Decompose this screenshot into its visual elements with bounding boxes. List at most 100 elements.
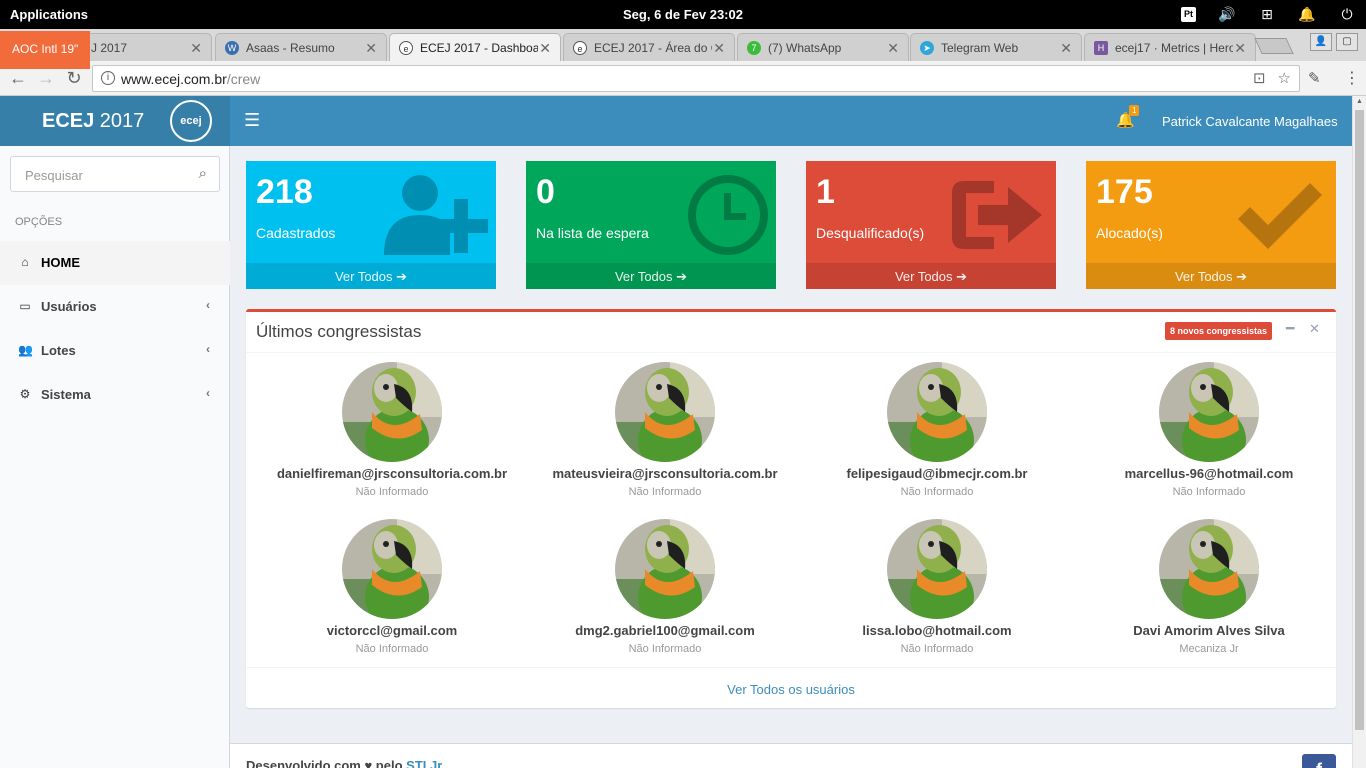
minimize-icon[interactable]: ━ <box>1286 320 1294 337</box>
ecej-icon: e <box>573 41 587 55</box>
user-card[interactable]: dmg2.gabriel100@gmail.com Não Informado <box>529 519 801 655</box>
system-clock[interactable]: Seg, 6 de Fev 23:02 <box>0 7 1366 22</box>
avatar[interactable] <box>342 519 442 619</box>
new-members-badge: 8 novos congressistas <box>1165 322 1273 340</box>
stat-link-ver-todos[interactable]: Ver Todos ➔ <box>806 263 1056 289</box>
new-tab-button[interactable] <box>1254 38 1294 54</box>
sidebar-item-usuarios[interactable]: ▭ Usuários ‹ <box>0 285 230 329</box>
avatar[interactable] <box>887 519 987 619</box>
stat-link-ver-todos[interactable]: Ver Todos ➔ <box>246 263 496 289</box>
page-footer: Desenvolvido com ♥ pelo STI Jr f <box>230 743 1352 768</box>
footer-link[interactable]: STI Jr <box>406 758 442 768</box>
sidebar-item-sistema[interactable]: ⚙ Sistema ‹ <box>0 373 230 417</box>
user-plus-icon <box>384 175 488 255</box>
ecej-icon: e <box>399 41 413 55</box>
user-name[interactable]: dmg2.gabriel100@gmail.com <box>529 623 801 638</box>
tab-ecej-dashboard[interactable]: e ECEJ 2017 - Dashboard ✕ <box>389 33 561 61</box>
close-icon[interactable]: ✕ <box>365 40 377 57</box>
close-icon[interactable]: ✕ <box>1234 40 1246 57</box>
tab-whatsapp[interactable]: 7 (7) WhatsApp ✕ <box>737 33 909 61</box>
stat-label: Cadastrados <box>256 225 336 241</box>
user-card[interactable]: mateusvieira@jrsconsultoria.com.br Não In… <box>529 362 801 498</box>
info-icon[interactable]: i <box>101 71 115 85</box>
facebook-icon[interactable]: f <box>1302 754 1336 768</box>
user-organization: Mecaniza Jr <box>1179 643 1239 655</box>
search-input[interactable]: Pesquisar ⌕ <box>10 156 220 192</box>
latest-members-panel: Últimos congressistas 8 novos congressis… <box>246 309 1336 708</box>
reload-icon[interactable]: ↻ <box>64 68 84 88</box>
user-card[interactable]: victorccl@gmail.com Não Informado <box>256 519 528 655</box>
back-icon[interactable]: ← <box>8 68 28 88</box>
avatar[interactable] <box>615 362 715 462</box>
tab-ecej-area[interactable]: e ECEJ 2017 - Área do Congressista ✕ <box>563 33 735 61</box>
power-icon[interactable]: ⏻ <box>1338 5 1356 23</box>
system-tray: Pt 🔊 ⊞ 🔔 ⏻ <box>1181 5 1356 23</box>
avatar[interactable] <box>615 519 715 619</box>
menu-kebab-icon[interactable]: ⋮ <box>1344 68 1360 88</box>
app-logo: ECEJ 2017 <box>42 110 145 132</box>
avatar[interactable] <box>342 362 442 462</box>
url-host: www.ecej.com.br <box>121 71 227 87</box>
user-card[interactable]: Davi Amorim Alves Silva Mecaniza Jr <box>1073 519 1345 655</box>
close-icon[interactable]: ✕ <box>887 40 899 57</box>
translate-icon[interactable]: ⊡ <box>1253 69 1266 87</box>
user-name[interactable]: felipesigaud@ibmecjr.com.br <box>801 466 1073 481</box>
tab-telegram[interactable]: ➤ Telegram Web ✕ <box>910 33 1082 61</box>
avatar[interactable] <box>887 362 987 462</box>
user-card[interactable]: felipesigaud@ibmecjr.com.br Não Informado <box>801 362 1073 498</box>
view-all-users-link[interactable]: Ver Todos os usuários <box>246 682 1336 697</box>
system-top-bar: Applications Seg, 6 de Fev 23:02 Pt 🔊 ⊞ … <box>0 0 1366 29</box>
close-icon[interactable]: ✕ <box>1309 321 1320 337</box>
stat-link-ver-todos[interactable]: Ver Todos ➔ <box>526 263 776 289</box>
notification-bell-icon[interactable]: 🔔 <box>1298 5 1316 23</box>
gear-icon: ⚙ <box>19 387 31 401</box>
user-menu[interactable]: Patrick Cavalcante Magalhaes <box>1162 114 1338 129</box>
heroku-icon: H <box>1094 41 1108 55</box>
stat-link-ver-todos[interactable]: Ver Todos ➔ <box>1086 263 1336 289</box>
maximize-icon[interactable]: ▢ <box>1336 33 1358 51</box>
user-name[interactable]: danielfireman@jrsconsultoria.com.br <box>256 466 528 481</box>
user-card[interactable]: danielfireman@jrsconsultoria.com.br Não I… <box>256 362 528 498</box>
volume-icon[interactable]: 🔊 <box>1218 5 1236 23</box>
user-name[interactable]: marcellus-96@hotmail.com <box>1073 466 1345 481</box>
user-organization: Não Informado <box>355 486 429 498</box>
monitor-osd-label: AOC Intl 19" <box>0 31 90 69</box>
stat-value: 0 <box>536 173 555 211</box>
home-icon: ⌂ <box>21 255 29 269</box>
sidebar-item-lotes[interactable]: 👥 Lotes ‹ <box>0 329 230 373</box>
tab-asaas[interactable]: W Asaas - Resumo ✕ <box>215 33 387 61</box>
network-icon[interactable]: ⊞ <box>1258 5 1276 23</box>
search-icon[interactable]: ⌕ <box>199 165 207 182</box>
user-card[interactable]: marcellus-96@hotmail.com Não Informado <box>1073 362 1345 498</box>
user-name[interactable]: mateusvieira@jrsconsultoria.com.br <box>529 466 801 481</box>
profile-icon[interactable]: 👤 <box>1310 33 1332 51</box>
user-name[interactable]: victorccl@gmail.com <box>256 623 528 638</box>
user-name[interactable]: Davi Amorim Alves Silva <box>1073 623 1345 638</box>
eyedropper-extension-icon[interactable]: ✎ <box>1308 69 1326 87</box>
stat-box-cadastrados: 218 Cadastrados Ver Todos ➔ <box>246 161 496 289</box>
avatar[interactable] <box>1159 362 1259 462</box>
close-icon[interactable]: ✕ <box>190 40 202 57</box>
scrollbar-thumb[interactable] <box>1355 110 1364 730</box>
user-card[interactable]: lissa.lobo@hotmail.com Não Informado <box>801 519 1073 655</box>
panel-divider <box>246 352 1336 353</box>
chevron-left-icon: ‹ <box>206 342 210 356</box>
scroll-up-icon[interactable]: ▲ <box>1356 98 1363 105</box>
tab-heroku[interactable]: H ecej17 · Metrics | Heroku ✕ <box>1084 33 1256 61</box>
stat-box-lista-espera: 0 Na lista de espera Ver Todos ➔ <box>526 161 776 289</box>
avatar[interactable] <box>1159 519 1259 619</box>
address-bar[interactable]: i www.ecej.com.br/crew ⊡ ☆ <box>92 65 1300 92</box>
pt-icon[interactable]: Pt <box>1181 6 1196 22</box>
applications-menu[interactable]: Applications <box>10 7 88 22</box>
close-icon[interactable]: ✕ <box>539 40 551 57</box>
sidebar-toggle-icon[interactable]: ☰ <box>244 110 260 131</box>
panel-title: Últimos congressistas <box>256 322 422 341</box>
logo-area[interactable]: ECEJ 2017 ecej <box>0 96 230 146</box>
page-scrollbar[interactable]: ▲ <box>1352 96 1366 768</box>
sidebar-item-home[interactable]: ⌂ HOME <box>0 241 230 285</box>
star-icon[interactable]: ☆ <box>1278 69 1291 87</box>
close-icon[interactable]: ✕ <box>713 40 725 57</box>
forward-icon[interactable]: → <box>36 68 56 88</box>
close-icon[interactable]: ✕ <box>1060 40 1072 57</box>
user-name[interactable]: lissa.lobo@hotmail.com <box>801 623 1073 638</box>
